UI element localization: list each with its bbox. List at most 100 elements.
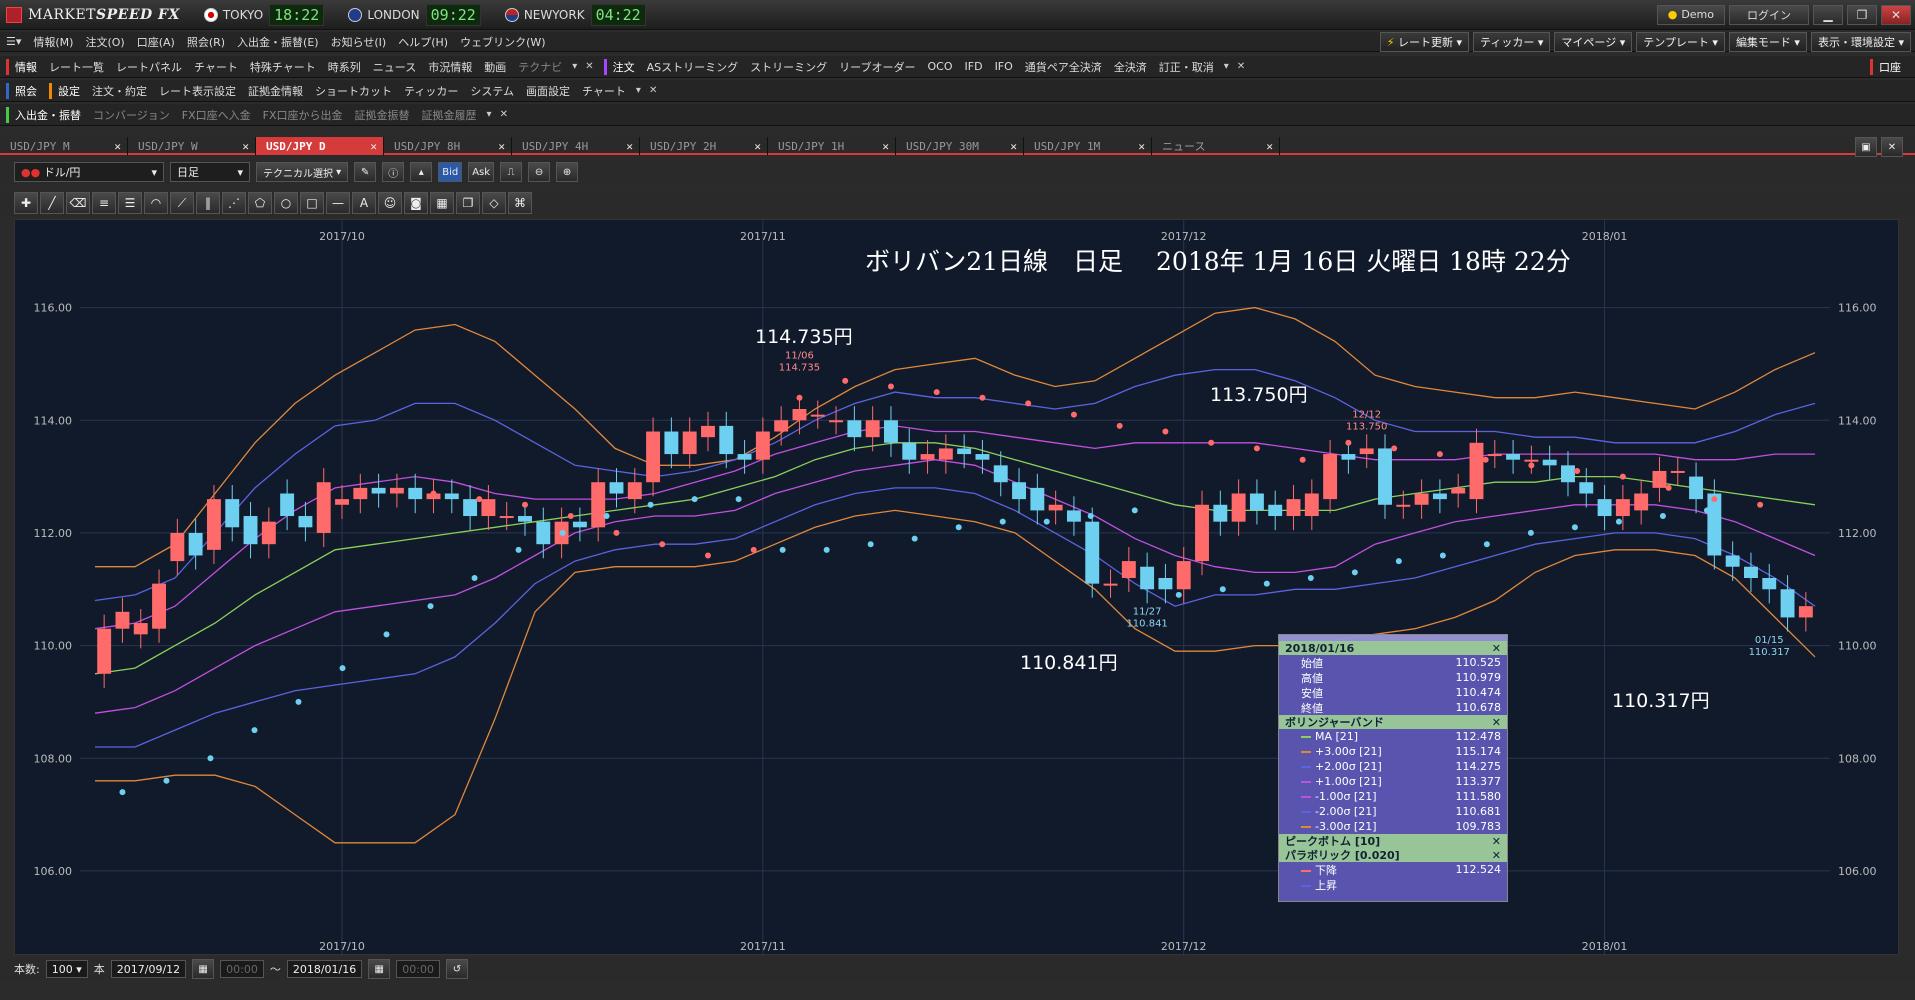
tool-rate-panel[interactable]: レートパネル (110, 59, 188, 75)
panel-drag-handle[interactable] (1279, 635, 1507, 641)
pen-icon[interactable]: ✎ (354, 162, 377, 182)
text-icon[interactable]: A (352, 192, 376, 214)
minimize-button[interactable]: ▁ (1813, 4, 1843, 25)
edit-mode-dropdown[interactable]: 編集モード ▾ (1728, 31, 1807, 52)
hline-icon[interactable]: — (326, 192, 350, 214)
fibonacci-arc-icon[interactable]: ◠ (144, 192, 168, 214)
tool-ifo[interactable]: IFO (989, 60, 1019, 73)
mypage-dropdown[interactable]: マイページ ▾ (1554, 31, 1633, 52)
rectangle-icon[interactable]: □ (300, 192, 324, 214)
menu-help[interactable]: ヘルプ(H) (392, 34, 454, 50)
tool-streaming[interactable]: ストリーミング (744, 59, 833, 75)
from-calendar-icon[interactable]: ▦ (192, 959, 215, 979)
fan-icon[interactable]: ⟋ (170, 192, 194, 214)
row3-more-icon[interactable]: ▾ (483, 109, 496, 120)
menu-inquiry[interactable]: 照会(R) (181, 34, 231, 50)
from-time-input[interactable]: 00:00 (220, 960, 264, 978)
crosshair-icon[interactable]: ✚ (14, 192, 38, 214)
tool-fx-deposit[interactable]: FX口座へ入金 (176, 107, 257, 123)
parallel-lines-icon[interactable]: ≡ (92, 192, 116, 214)
row2-close-icon[interactable]: ✕ (645, 85, 661, 96)
ticker-dropdown[interactable]: ティッカー ▾ (1473, 31, 1551, 52)
chart-canvas[interactable]: 106.00 106.00 108.00 108.00 110.00 110.00 112.… (15, 220, 1900, 956)
tab-usdjpy-1m[interactable]: USD/JPY 1M ✕ (1024, 137, 1152, 155)
icon-tool-icon[interactable]: ☺ (378, 192, 402, 214)
gann-icon[interactable]: ⋰ (222, 192, 246, 214)
tool-margin-transfer[interactable]: 証拠金振替 (349, 107, 416, 123)
from-date-input[interactable]: 2017/09/12 (110, 960, 187, 978)
cat-account[interactable]: 口座 (1870, 58, 1907, 75)
tool-system[interactable]: システム (464, 83, 520, 99)
menu-weblink[interactable]: ウェブリンク(W) (454, 34, 551, 50)
row1-more-icon[interactable]: ▾ (568, 61, 581, 72)
tab-usdjpy-8h[interactable]: USD/JPY 8H ✕ (384, 137, 512, 155)
tab-usdjpy-4h[interactable]: USD/JPY 4H ✕ (512, 137, 640, 155)
tool-margin-info[interactable]: 証拠金情報 (242, 83, 309, 99)
chart-area[interactable]: 106.00 106.00 108.00 108.00 110.00 110.00 112.… (14, 219, 1900, 956)
tool-chart-settings[interactable]: チャート (576, 83, 632, 99)
tool-modify-cancel[interactable]: 訂正・取消 (1153, 59, 1220, 75)
template-dropdown[interactable]: テンプレート ▾ (1636, 31, 1725, 52)
panel-close-icon[interactable]: ✕ (1492, 642, 1501, 655)
rate-update-dropdown[interactable]: ⚡ レート更新 ▾ (1379, 31, 1470, 52)
row2-more-icon[interactable]: ▾ (632, 85, 645, 96)
row1b-more-icon[interactable]: ▾ (1220, 61, 1233, 72)
tool-rate-display[interactable]: レート表示設定 (153, 83, 242, 99)
demo-button[interactable]: ● Demo (1656, 4, 1725, 25)
tool-leave-order[interactable]: リーブオーダー (833, 59, 921, 75)
display-settings-dropdown[interactable]: 表示・環境設定 ▾ (1810, 31, 1911, 52)
close-pane-button[interactable]: ✕ (1881, 137, 1903, 157)
table-icon[interactable]: ▦ (430, 192, 454, 214)
tab-usdjpy-30m[interactable]: USD/JPY 30M ✕ (896, 137, 1024, 155)
close-button[interactable]: ✕ (1881, 4, 1911, 25)
menu-deposit[interactable]: 入出金・振替(E) (231, 34, 325, 50)
zoom-out-icon[interactable]: ⊖ (528, 162, 551, 182)
pentagon-icon[interactable]: ⬠ (248, 192, 272, 214)
area-chart-icon[interactable]: ▴ (410, 162, 433, 182)
ask-button[interactable]: Ask (468, 162, 495, 182)
trendline-icon[interactable]: ╱ (40, 192, 64, 214)
cat-inquiry[interactable]: 照会 (6, 82, 43, 99)
tool-news[interactable]: ニュース (367, 59, 422, 75)
indicator-info-panel[interactable]: 2018/01/16 ✕ 始値 110.525 高値 110.979 安値 110.47… (1278, 634, 1508, 902)
menu-order[interactable]: 注文(O) (79, 34, 130, 50)
label-icon[interactable]: ◇ (482, 192, 506, 214)
tool-fx-withdraw[interactable]: FX口座から出金 (257, 107, 349, 123)
to-calendar-icon[interactable]: ▦ (368, 959, 391, 979)
period-select[interactable]: 日足 ▾ (170, 162, 250, 182)
tool-video[interactable]: 動画 (478, 59, 512, 75)
zoom-in-icon[interactable]: ⊕ (556, 162, 579, 182)
tool-order-fill[interactable]: 注文・約定 (86, 83, 153, 99)
bid-button[interactable]: Bid (438, 162, 463, 182)
tool-oco[interactable]: OCO (922, 60, 959, 73)
chart-type-icon[interactable]: ⎍ (500, 162, 523, 182)
tab-usdjpy-1h[interactable]: USD/JPY 1H ✕ (768, 137, 896, 155)
count-select[interactable]: 100 ▾ (45, 960, 88, 978)
eraser-icon[interactable]: ⌫ (66, 192, 90, 214)
bb-close-icon[interactable]: ✕ (1492, 716, 1501, 729)
technical-select[interactable]: テクニカル選択 ▾ (256, 162, 349, 182)
ps-close-icon[interactable]: ✕ (1492, 849, 1501, 862)
pair-select[interactable]: ●● ドル/円 ▾ (14, 162, 164, 182)
tab-usdjpy-2h[interactable]: USD/JPY 2H ✕ (640, 137, 768, 155)
tool-shortcut[interactable]: ショートカット (309, 83, 398, 99)
row3-close-icon[interactable]: ✕ (496, 109, 512, 120)
tool-ticker[interactable]: ティッカー (398, 83, 464, 99)
tool-conversion[interactable]: コンバージョン (87, 107, 176, 123)
tool-ifd[interactable]: IFD (959, 60, 989, 73)
circle-icon[interactable]: ○ (274, 192, 298, 214)
tool-as-streaming[interactable]: ASストリーミング (641, 59, 745, 75)
menu-account[interactable]: 口座(A) (131, 34, 181, 50)
tool-chart[interactable]: チャート (188, 59, 244, 75)
row1-close-icon[interactable]: ✕ (581, 61, 597, 72)
copy-icon[interactable]: ❐ (456, 192, 480, 214)
tool-all-settle[interactable]: 全決済 (1108, 59, 1153, 75)
tag-icon[interactable]: ⌘ (508, 192, 532, 214)
reset-range-icon[interactable]: ↺ (445, 959, 468, 979)
maximize-button[interactable]: ❐ (1847, 4, 1877, 25)
tab-usdjpy-m[interactable]: USD/JPY M ✕ (0, 137, 128, 155)
tool-special-chart[interactable]: 特殊チャート (244, 59, 322, 75)
tool-market-info[interactable]: 市況情報 (422, 59, 478, 75)
tab-usdjpy-w[interactable]: USD/JPY W ✕ (128, 137, 256, 155)
vertical-lines-icon[interactable]: ‖ (196, 192, 220, 214)
